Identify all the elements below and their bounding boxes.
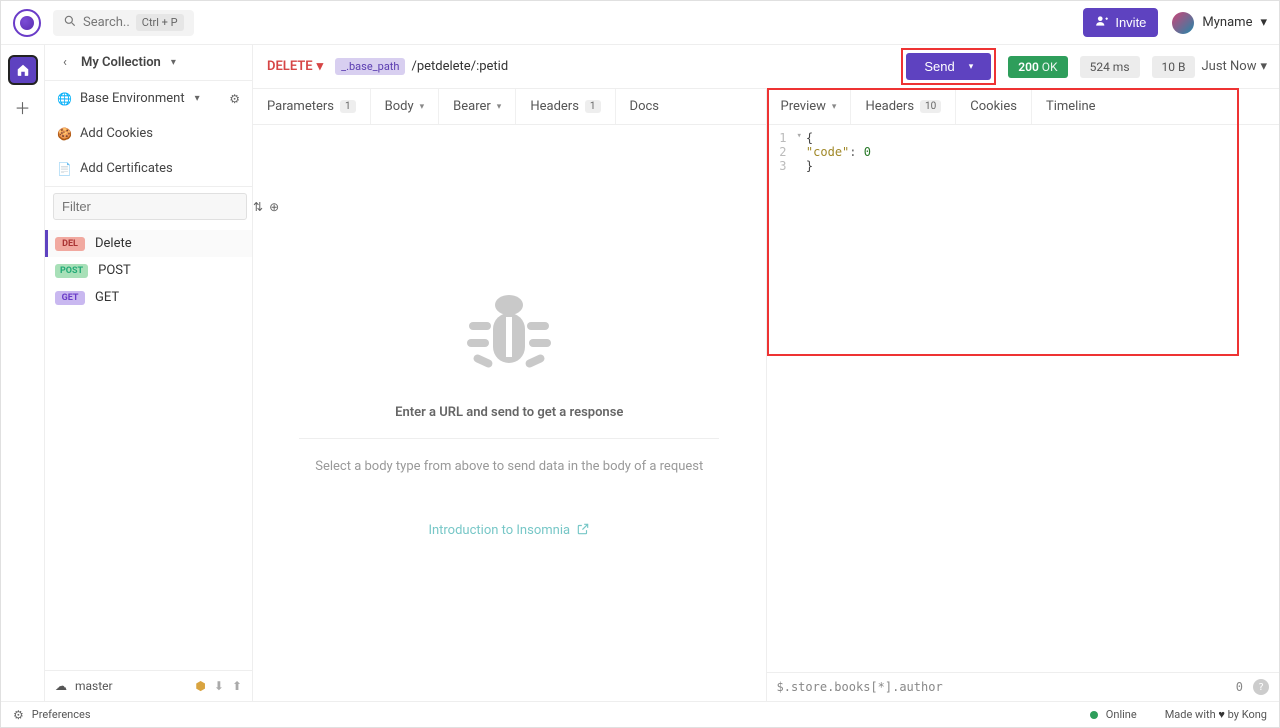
response-body[interactable]: 1▾{2 "code": 03 } [767, 125, 1280, 672]
add-cookies[interactable]: 🍪 Add Cookies [45, 116, 252, 151]
empty-subtitle: Select a body type from above to send da… [299, 438, 719, 474]
chevron-down-icon: ▾ [317, 59, 324, 74]
chevron-down-icon: ▾ [1260, 15, 1267, 30]
topbar: Search.. Ctrl + P Invite Myname ▾ [1, 1, 1279, 45]
tab-parameters[interactable]: Parameters 1 [253, 89, 370, 124]
invite-icon [1095, 14, 1109, 31]
git-branch[interactable]: master [75, 679, 113, 693]
collection-title[interactable]: My Collection [81, 55, 161, 70]
help-icon[interactable]: ? [1253, 679, 1269, 695]
online-label: Online [1106, 708, 1137, 721]
gear-icon[interactable]: ⚙ [229, 92, 240, 106]
back-button[interactable]: ‹ [57, 55, 73, 70]
status-code: 200 OK [1008, 56, 1067, 78]
method-badge: DEL [55, 237, 85, 251]
request-label: GET [95, 290, 119, 305]
username: Myname [1202, 15, 1252, 30]
send-button[interactable]: Send ▾ [906, 53, 991, 80]
request-list: DEL Delete POST POST GET GET [45, 226, 252, 670]
search-placeholder: Search.. [83, 15, 130, 30]
home-button[interactable] [8, 55, 38, 85]
url-variable-chip[interactable]: _.base_path [335, 58, 405, 75]
environment-selector[interactable]: Base Environment [80, 91, 185, 106]
request-item[interactable]: DEL Delete [45, 230, 252, 257]
method-badge: GET [55, 291, 85, 305]
made-with: Made with ♥ by Kong [1165, 708, 1267, 721]
tab-preview[interactable]: Preview▾ [767, 89, 851, 124]
tab-headers[interactable]: Headers 1 [515, 89, 614, 124]
request-item[interactable]: GET GET [45, 284, 252, 311]
request-item[interactable]: POST POST [45, 257, 252, 284]
intro-link[interactable]: Introduction to Insomnia [428, 522, 590, 540]
chevron-down-icon: ▾ [1260, 59, 1267, 74]
file-icon: 📄 [57, 162, 72, 176]
invite-label: Invite [1115, 15, 1146, 30]
response-history[interactable]: Just Now ▾ [1201, 59, 1271, 74]
url-bar: DELETE ▾ _.base_path /petdelete/:petid S… [253, 45, 1279, 89]
empty-title: Enter a URL and send to get a response [395, 405, 623, 420]
heart-icon: ♥ [1218, 708, 1225, 721]
url-path[interactable]: /petdelete/:petid [411, 59, 508, 74]
tab-auth[interactable]: Bearer▾ [438, 89, 515, 124]
request-tabs: Parameters 1 Body▾ Bearer▾ Headers 1 [253, 89, 766, 125]
jsonpath-input[interactable]: $.store.books[*].author [777, 680, 943, 694]
left-rail: ＋ [1, 45, 45, 701]
tab-response-headers[interactable]: Headers 10 [850, 89, 955, 124]
avatar [1172, 12, 1194, 34]
jsonpath-count: 0 [1236, 680, 1243, 694]
tab-docs[interactable]: Docs [615, 89, 673, 124]
sidebar: ‹ My Collection ▾ 🌐 Base Environment ▾ ⚙… [45, 45, 253, 701]
online-indicator [1090, 711, 1098, 719]
chevron-down-icon: ▾ [969, 61, 974, 72]
invite-button[interactable]: Invite [1083, 8, 1158, 37]
cloud-up-icon[interactable]: ⬆ [232, 679, 242, 693]
search-icon [63, 14, 77, 32]
request-pane: Parameters 1 Body▾ Bearer▾ Headers 1 [253, 89, 767, 701]
user-menu[interactable]: Myname ▾ [1172, 12, 1267, 34]
response-size: 10 B [1152, 56, 1196, 78]
add-certificates[interactable]: 📄 Add Certificates [45, 151, 252, 187]
tab-body[interactable]: Body▾ [370, 89, 439, 124]
response-time: 524 ms [1080, 56, 1140, 78]
gear-icon[interactable]: ⚙ [13, 708, 24, 722]
add-workspace-button[interactable]: ＋ [14, 95, 30, 119]
app-logo [13, 9, 41, 37]
cloud-down-icon[interactable]: ⬇ [214, 679, 224, 693]
search-shortcut: Ctrl + P [136, 14, 184, 31]
request-label: POST [98, 263, 131, 278]
cookie-icon: 🍪 [57, 127, 72, 141]
globe-icon: 🌐 [57, 92, 72, 106]
preferences-link[interactable]: Preferences [32, 708, 91, 721]
request-label: Delete [95, 236, 132, 251]
chevron-down-icon[interactable]: ▾ [171, 57, 176, 68]
send-highlight: Send ▾ [901, 48, 996, 85]
external-link-icon [576, 522, 590, 540]
cloud-icon: ☁ [55, 679, 67, 693]
box-icon[interactable]: ⬢ [195, 679, 205, 693]
response-tabs: Preview▾ Headers 10 Cookies Timeline [767, 89, 1280, 125]
filter-input[interactable] [53, 193, 247, 220]
method-badge: POST [55, 264, 88, 278]
tab-timeline[interactable]: Timeline [1031, 89, 1110, 124]
tab-cookies[interactable]: Cookies [955, 89, 1031, 124]
status-bar: ⚙ Preferences Online Made with ♥ by Kong [1, 701, 1279, 727]
global-search[interactable]: Search.. Ctrl + P [53, 10, 194, 36]
chevron-down-icon: ▾ [195, 93, 200, 104]
response-pane: Preview▾ Headers 10 Cookies Timeline [767, 89, 1280, 701]
bug-icon [454, 287, 564, 387]
method-selector[interactable]: DELETE ▾ [261, 59, 329, 74]
